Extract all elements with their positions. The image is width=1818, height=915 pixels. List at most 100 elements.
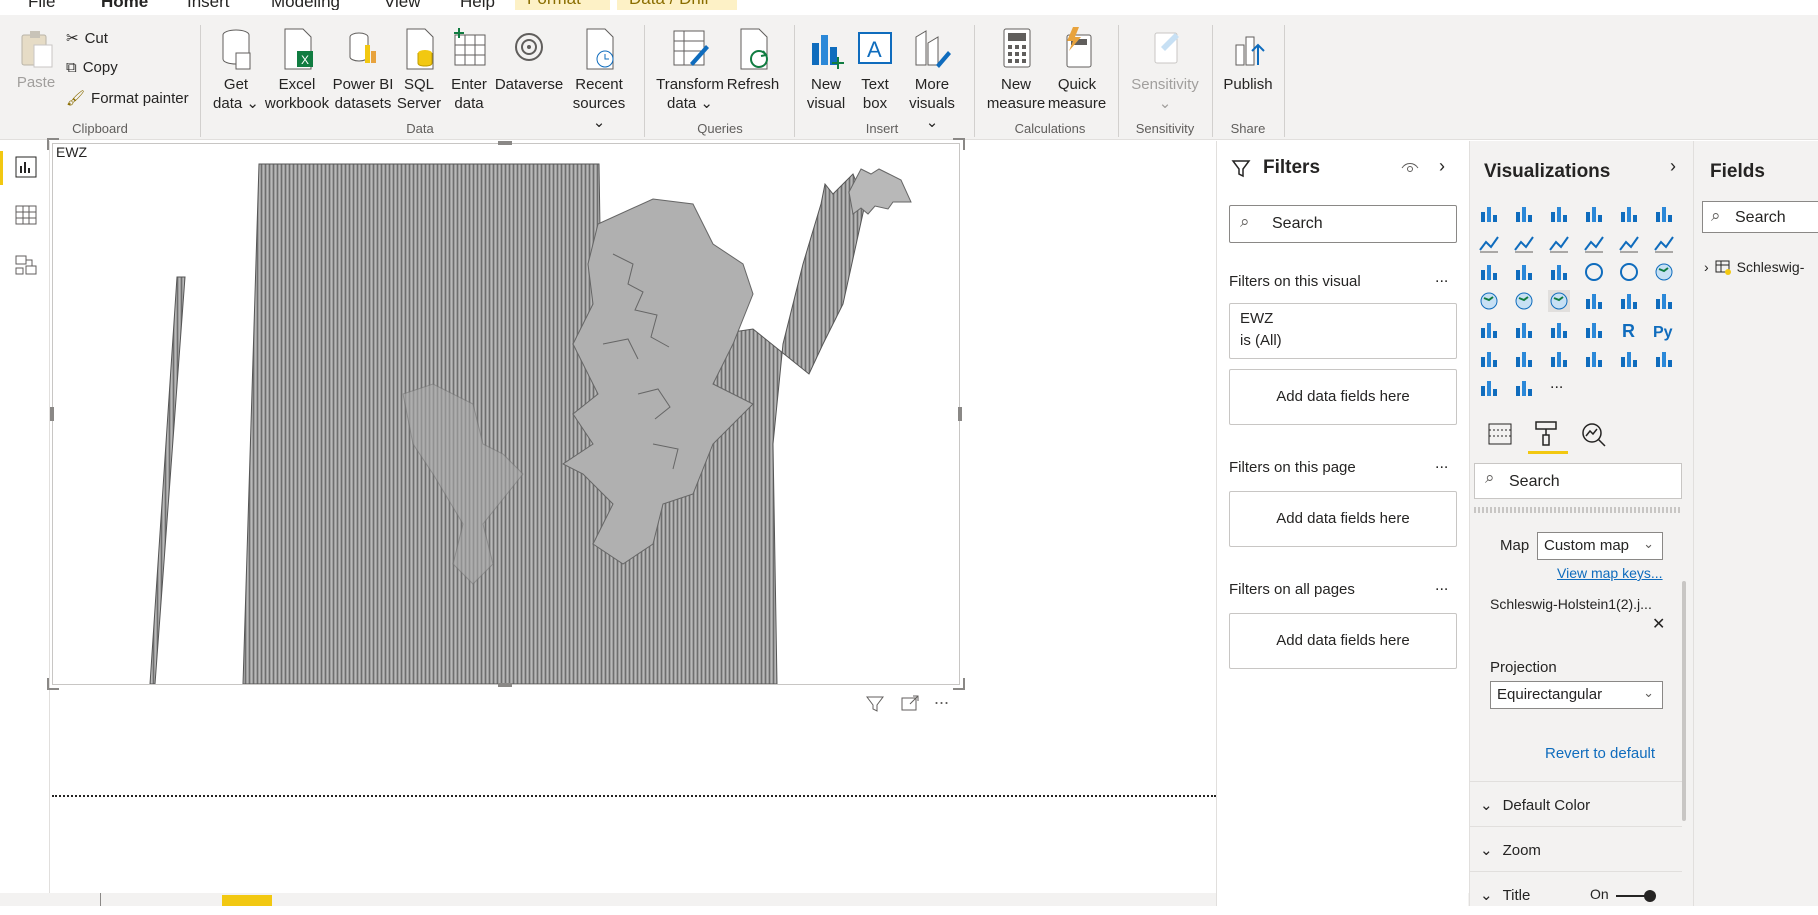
resize-handle[interactable] [47, 138, 59, 150]
tab-view[interactable]: View [384, 0, 421, 10]
report-view-icon[interactable] [14, 155, 38, 179]
resize-handle[interactable] [498, 141, 512, 145]
tab-help[interactable]: Help [460, 0, 495, 10]
power-automate-icon[interactable] [1513, 377, 1535, 399]
100pct-column-icon[interactable] [1653, 203, 1675, 225]
active-page-tab[interactable] [222, 895, 272, 906]
matrix-icon[interactable] [1583, 319, 1605, 341]
copy-button[interactable]: ⧉ Copy [66, 59, 118, 76]
clustered-column-icon[interactable] [1583, 203, 1605, 225]
python-visual-icon[interactable]: Py [1653, 319, 1675, 341]
paste-button[interactable]: Paste [14, 29, 58, 92]
new-visual-button[interactable]: New visual [804, 27, 848, 113]
title-section[interactable]: ⌄ Title On [1470, 871, 1682, 915]
donut-icon[interactable] [1618, 261, 1640, 283]
tab-insert[interactable]: Insert [187, 0, 230, 10]
resize-handle[interactable] [953, 678, 965, 690]
get-data-button[interactable]: Get data ⌄ [212, 27, 260, 113]
field-table-item[interactable]: › Schleswig- [1704, 259, 1804, 275]
narrative-icon[interactable] [1583, 348, 1605, 370]
slicer-icon[interactable] [1513, 319, 1535, 341]
enter-data-button[interactable]: Enter data [446, 27, 492, 113]
add-data-fields-visual[interactable]: Add data fields here [1229, 369, 1457, 425]
more-visuals-button[interactable]: More visuals ⌄ [902, 27, 962, 132]
publish-button[interactable]: Publish [1220, 27, 1276, 94]
focus-mode-icon[interactable] [900, 694, 920, 714]
add-data-fields-page[interactable]: Add data fields here [1229, 491, 1457, 547]
scatter-icon[interactable] [1548, 261, 1570, 283]
view-map-keys-link[interactable]: View map keys... [1557, 565, 1663, 581]
tab-file[interactable]: File [28, 0, 55, 10]
tab-data-drill[interactable]: Data / Drill [617, 0, 737, 10]
funnel-chart-icon[interactable] [1513, 261, 1535, 283]
key-influencers-icon[interactable] [1478, 348, 1500, 370]
kpi-icon[interactable] [1478, 319, 1500, 341]
map-type-dropdown[interactable]: Custom map ⌄ [1537, 532, 1663, 560]
refresh-button[interactable]: Refresh [724, 27, 782, 94]
tab-home[interactable]: Home [101, 0, 148, 10]
stacked-bar-icon[interactable] [1478, 203, 1500, 225]
collapse-viz-icon[interactable]: › [1670, 156, 1676, 177]
quick-measure-button[interactable]: Quick measure [1046, 27, 1108, 113]
add-data-fields-all[interactable]: Add data fields here [1229, 613, 1457, 669]
more-options-icon[interactable]: ... [1435, 269, 1448, 287]
ribbon-chart-icon[interactable] [1653, 232, 1675, 254]
filled-map-icon[interactable] [1513, 290, 1535, 312]
projection-dropdown[interactable]: Equirectangular ⌄ [1490, 681, 1663, 709]
map-visual[interactable]: EWZ [47, 138, 965, 690]
stacked-column-icon[interactable] [1513, 203, 1535, 225]
resize-handle[interactable] [50, 407, 54, 421]
treemap-icon[interactable] [1653, 261, 1675, 283]
map-icon[interactable] [1478, 290, 1500, 312]
multirow-card-icon[interactable] [1653, 290, 1675, 312]
power-apps-icon[interactable] [1478, 377, 1500, 399]
zoom-section[interactable]: ⌄ Zoom [1470, 826, 1682, 870]
area-chart-icon[interactable] [1513, 232, 1535, 254]
remove-map-icon[interactable]: ✕ [1652, 614, 1665, 634]
pie-chart-icon[interactable] [1583, 261, 1605, 283]
analytics-icon[interactable] [1580, 421, 1608, 447]
revert-to-default-link[interactable]: Revert to default [1545, 745, 1655, 762]
card-icon[interactable] [1618, 290, 1640, 312]
cut-button[interactable]: ✂ Cut [66, 29, 108, 48]
collapse-filters-icon[interactable]: › [1439, 156, 1445, 177]
fields-search-input[interactable]: ⌕ Search [1702, 201, 1818, 233]
more-options-icon[interactable]: ... [1435, 455, 1448, 473]
excel-workbook-button[interactable]: X Excel workbook [262, 27, 332, 113]
waterfall-icon[interactable] [1478, 261, 1500, 283]
title-toggle[interactable] [1616, 890, 1658, 902]
filters-search-input[interactable]: ⌕ Search [1229, 205, 1457, 243]
resize-handle[interactable] [47, 678, 59, 690]
data-view-icon[interactable] [14, 203, 38, 227]
line-clustered-icon[interactable] [1618, 232, 1640, 254]
transform-data-button[interactable]: Transform data ⌄ [656, 27, 724, 113]
dataverse-button[interactable]: Dataverse [494, 27, 564, 94]
sensitivity-button[interactable]: Sensitivity ⌄ [1128, 27, 1202, 113]
format-paintroller-icon[interactable] [1532, 419, 1560, 447]
more-visuals-icon[interactable]: ... [1550, 375, 1563, 393]
fields-well-icon[interactable] [1486, 421, 1514, 447]
line-column-icon[interactable] [1583, 232, 1605, 254]
gauge-icon[interactable] [1583, 290, 1605, 312]
line-chart-icon[interactable] [1478, 232, 1500, 254]
recent-sources-button[interactable]: Recent sources ⌄ [570, 27, 628, 132]
clustered-bar-icon[interactable] [1548, 203, 1570, 225]
more-options-icon[interactable]: ... [1435, 577, 1448, 595]
text-box-button[interactable]: A Text box [852, 27, 898, 113]
filter-card-ewz[interactable]: EWZ is (All) [1229, 303, 1457, 359]
tab-format[interactable]: Format [515, 0, 610, 10]
resize-handle[interactable] [953, 138, 965, 150]
viz-search-input[interactable]: ⌕ Search [1474, 463, 1682, 499]
more-options-icon[interactable]: ... [934, 688, 949, 709]
tab-modeling[interactable]: Modeling [271, 0, 340, 10]
table-icon[interactable] [1548, 319, 1570, 341]
100pct-bar-icon[interactable] [1618, 203, 1640, 225]
filter-icon[interactable] [865, 694, 885, 714]
default-color-section[interactable]: ⌄ Default Color [1470, 781, 1682, 825]
eye-icon[interactable] [1401, 161, 1419, 175]
power-bi-datasets-button[interactable]: Power BI datasets [332, 27, 394, 113]
format-painter-button[interactable]: 🖌 Format painter [66, 89, 189, 108]
sql-server-button[interactable]: SQL Server [396, 27, 442, 113]
scrollbar-thumb[interactable] [1682, 581, 1686, 821]
qna-icon[interactable] [1548, 348, 1570, 370]
